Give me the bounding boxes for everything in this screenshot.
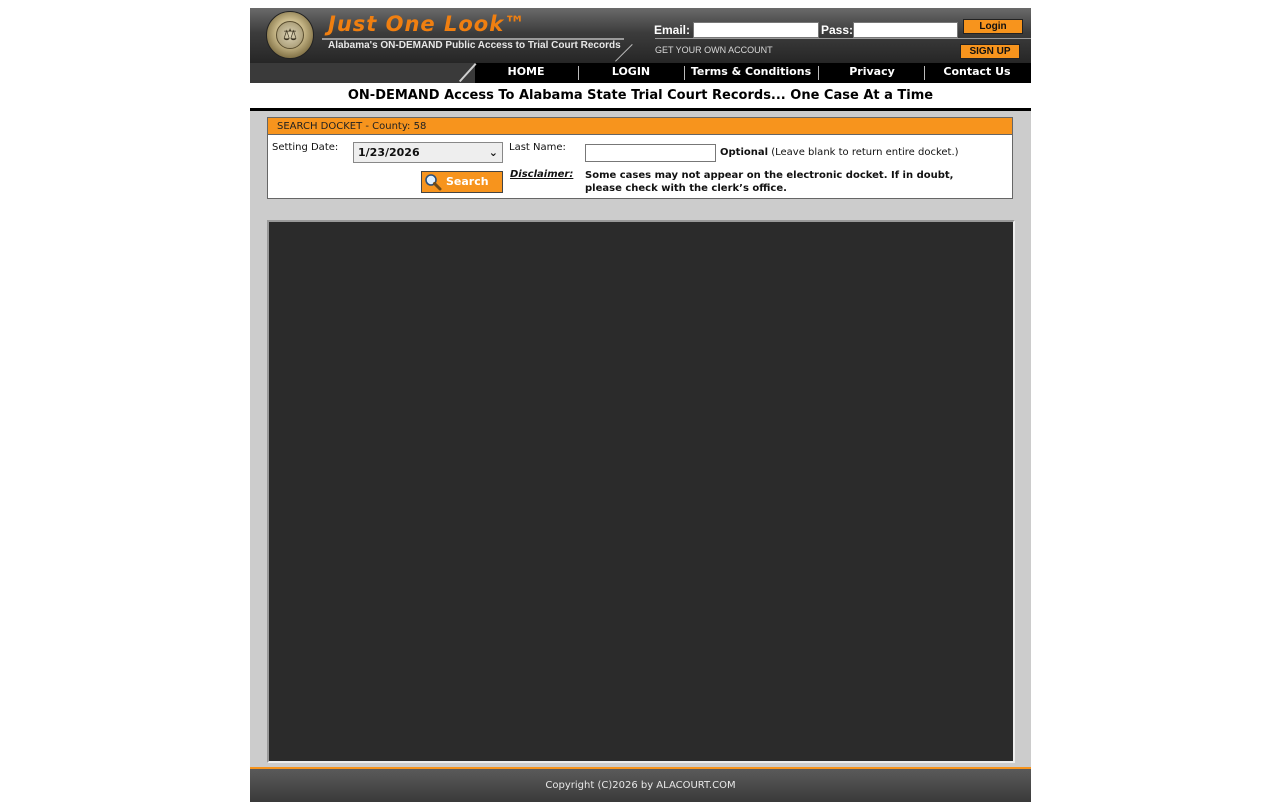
setting-date-value: 1/23/2026: [358, 146, 420, 159]
results-panel: [267, 220, 1015, 763]
last-name-label: Last Name:: [509, 142, 566, 153]
footer-copyright: Copyright (C)2026 by ALACOURT.COM: [250, 767, 1031, 802]
search-docket-header: SEARCH DOCKET - County: 58: [268, 118, 1012, 135]
setting-date-label: Setting Date:: [272, 142, 339, 153]
alabama-seal-logo: [266, 11, 314, 59]
disclaimer-text: Some cases may not appear on the electro…: [585, 170, 954, 194]
brand-logo-text: Just One Look™: [328, 12, 527, 36]
nav-home[interactable]: HOME: [486, 63, 566, 83]
optional-note: Optional (Leave blank to return entire d…: [720, 147, 959, 158]
main-nav: HOME LOGIN Terms & Conditions Privacy Co…: [250, 63, 1031, 83]
setting-date-select[interactable]: 1/23/2026 ⌄: [353, 142, 503, 163]
chevron-down-icon: ⌄: [488, 146, 498, 159]
login-button[interactable]: Login: [963, 19, 1023, 34]
tagline: Alabama's ON-DEMAND Public Access to Tri…: [328, 40, 621, 51]
signup-button[interactable]: SIGN UP: [960, 44, 1020, 59]
nav-terms[interactable]: Terms & Conditions: [688, 63, 814, 83]
last-name-input[interactable]: [585, 144, 716, 162]
email-field[interactable]: [693, 22, 819, 38]
nav-login[interactable]: LOGIN: [588, 63, 674, 83]
nav-contact[interactable]: Contact Us: [928, 63, 1026, 83]
password-field[interactable]: [853, 22, 958, 38]
disclaimer-label: Disclaimer:: [510, 169, 574, 180]
page-banner: ON-DEMAND Access To Alabama State Trial …: [250, 83, 1031, 111]
search-docket-panel: SEARCH DOCKET - County: 58 Setting Date:…: [267, 117, 1013, 199]
nav-privacy[interactable]: Privacy: [822, 63, 922, 83]
get-account-link[interactable]: GET YOUR OWN ACCOUNT: [655, 45, 773, 55]
email-label: Email:: [654, 23, 691, 37]
search-icon: [425, 174, 442, 191]
pass-label: Pass:: [821, 23, 854, 37]
site-header: Just One Look™ Alabama's ON-DEMAND Publi…: [250, 8, 1031, 63]
search-button[interactable]: Search: [421, 171, 503, 193]
page-container: Just One Look™ Alabama's ON-DEMAND Publi…: [250, 8, 1031, 802]
